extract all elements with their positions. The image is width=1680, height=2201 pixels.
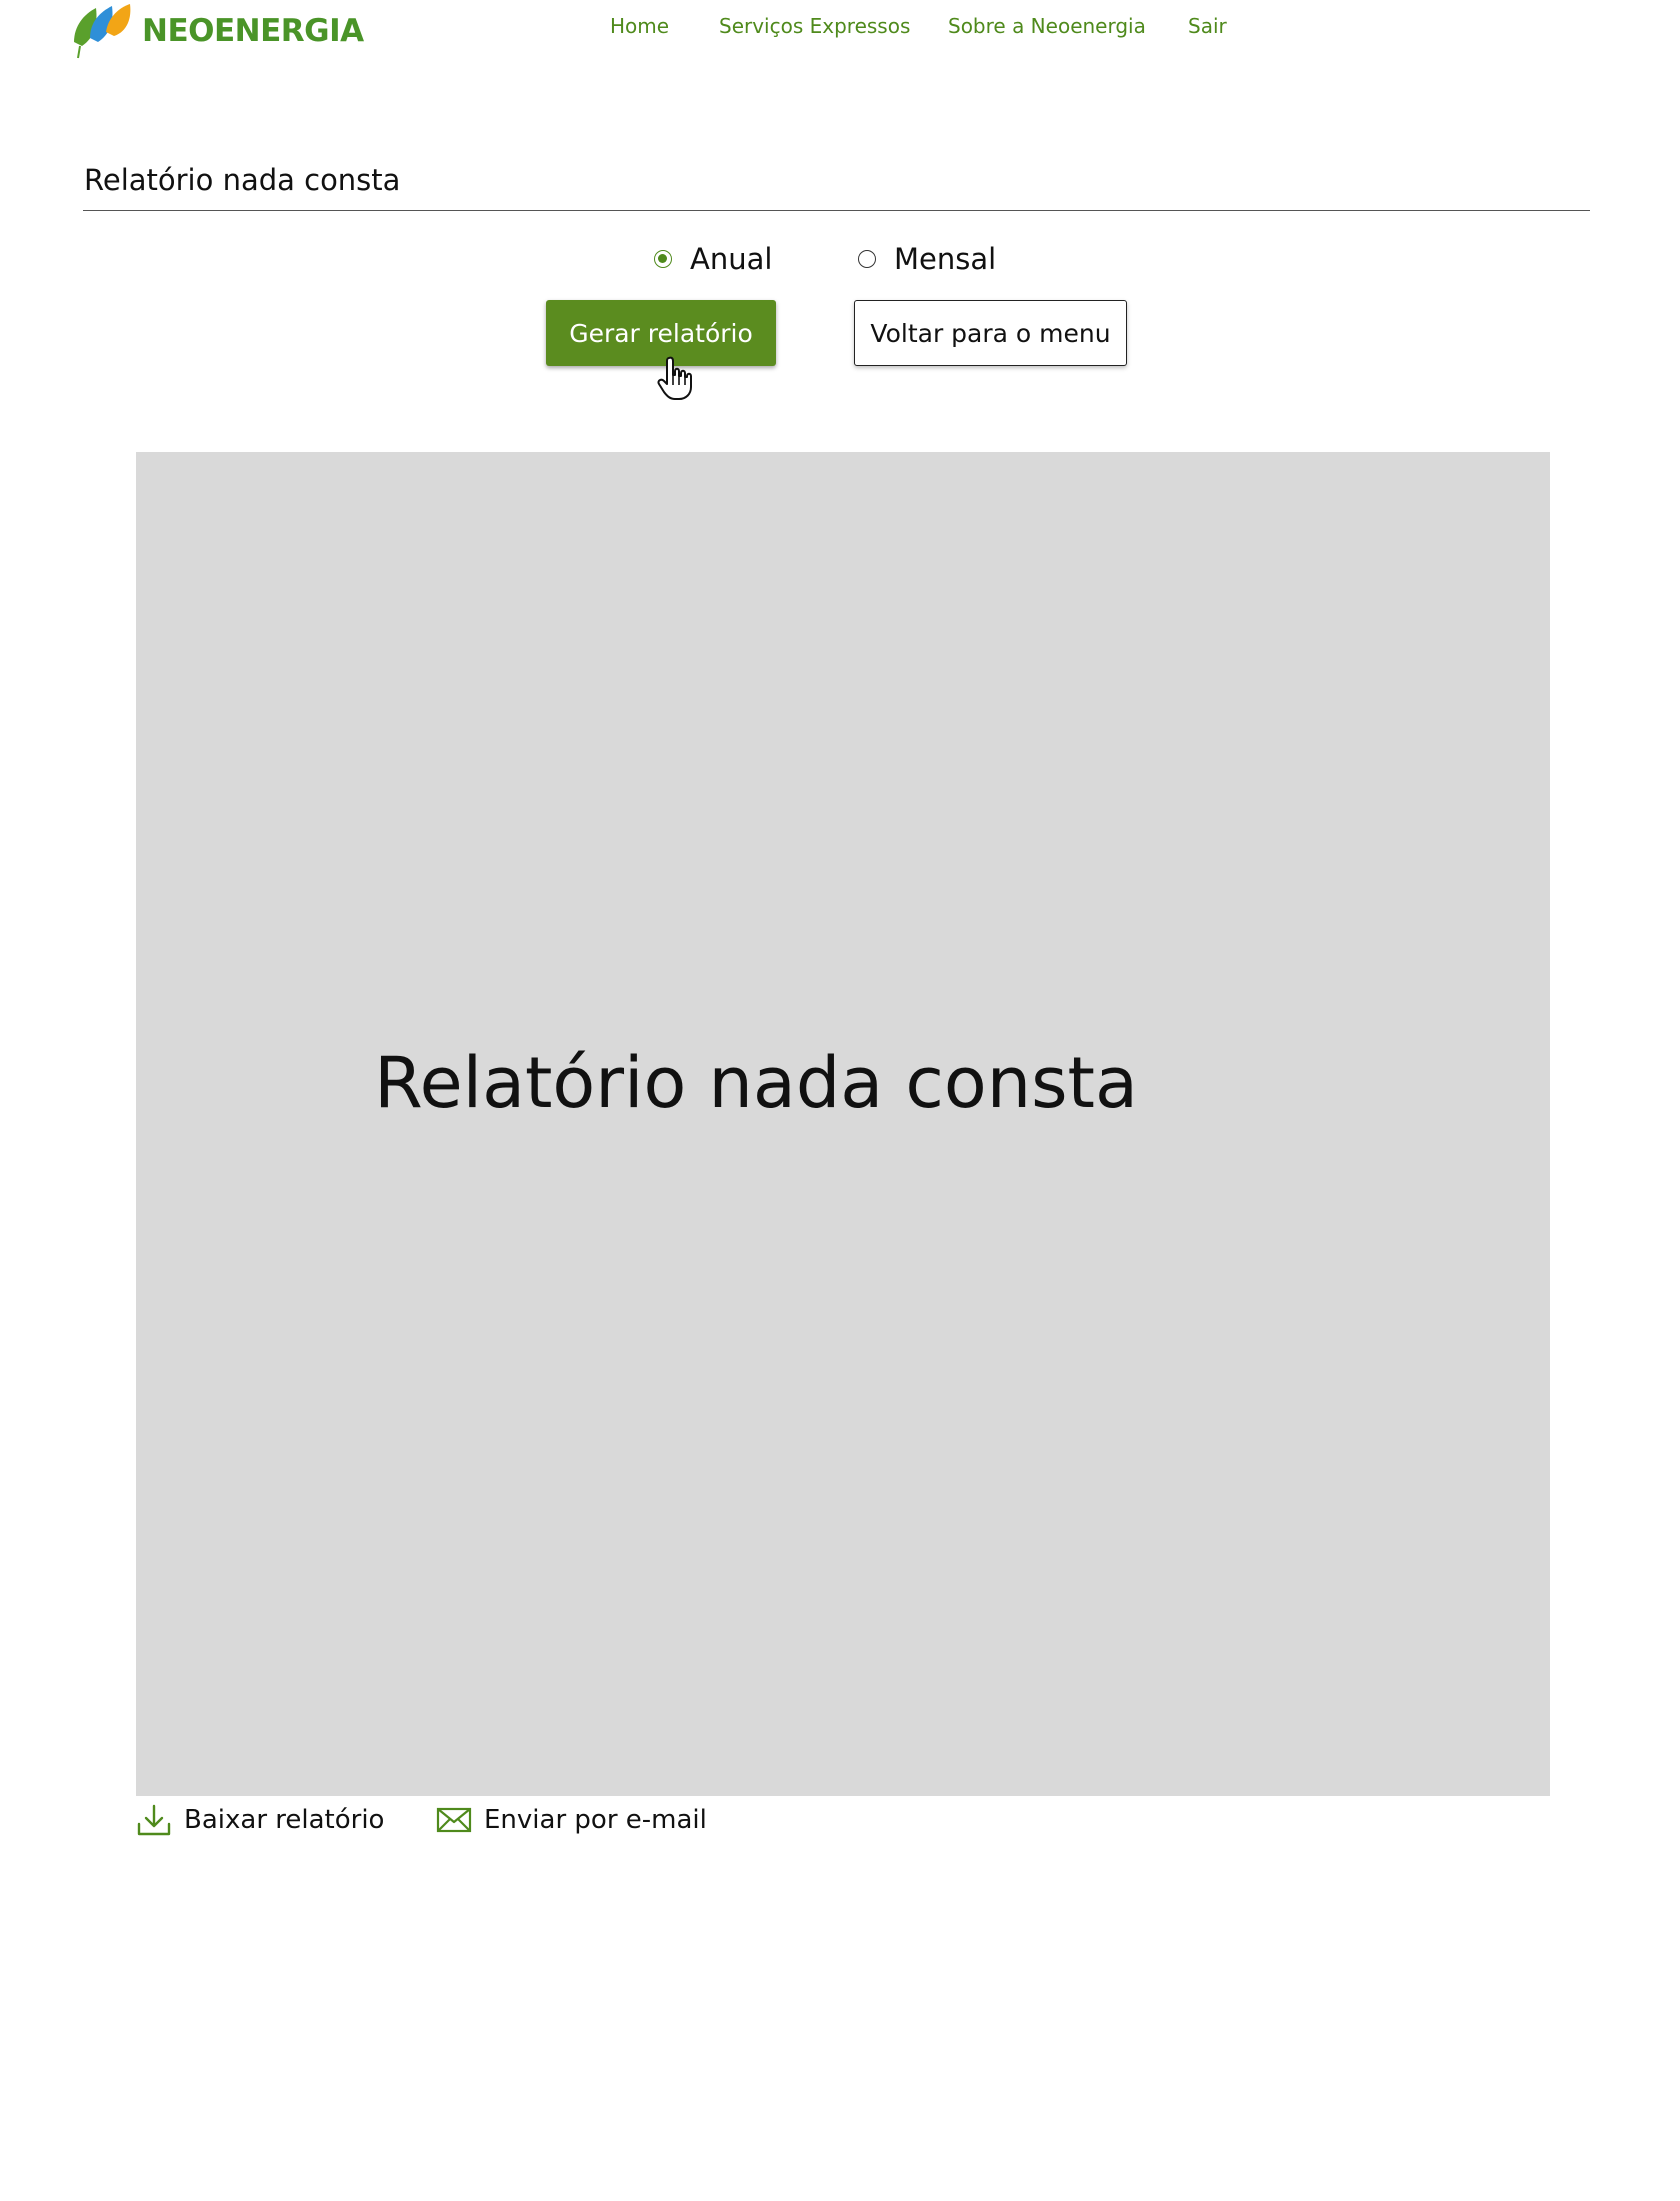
hand-pointer-icon — [657, 356, 692, 400]
radio-anual-indicator[interactable] — [654, 250, 672, 268]
download-icon — [137, 1804, 171, 1836]
mail-icon — [436, 1807, 472, 1833]
radio-mensal-indicator[interactable] — [858, 250, 876, 268]
report-preview-title: Relatório nada consta — [374, 1042, 1138, 1124]
download-report-link[interactable]: Baixar relatório — [136, 1802, 384, 1838]
back-to-menu-button[interactable]: Voltar para o menu — [854, 300, 1127, 366]
nav-sair[interactable]: Sair — [1188, 14, 1227, 38]
page-title: Relatório nada consta — [84, 163, 401, 197]
brand-logo[interactable]: NEOENERGIA — [70, 2, 364, 60]
brand-name: NEOENERGIA — [142, 13, 364, 49]
radio-mensal[interactable]: Mensal — [858, 242, 996, 276]
nav-servicos-expressos[interactable]: Serviços Expressos — [719, 14, 910, 38]
report-preview: Relatório nada consta — [136, 452, 1550, 1796]
title-divider — [83, 210, 1590, 211]
send-email-link[interactable]: Enviar por e-mail — [436, 1802, 707, 1838]
download-report-label: Baixar relatório — [184, 1805, 385, 1835]
radio-anual-label: Anual — [690, 242, 773, 276]
nav-home[interactable]: Home — [610, 14, 669, 38]
radio-mensal-label: Mensal — [894, 242, 997, 276]
radio-anual[interactable]: Anual — [654, 242, 772, 276]
neoenergia-leaf-icon — [74, 4, 131, 59]
nav-sobre-neoenergia[interactable]: Sobre a Neoenergia — [948, 14, 1146, 38]
send-email-label: Enviar por e-mail — [484, 1805, 707, 1835]
